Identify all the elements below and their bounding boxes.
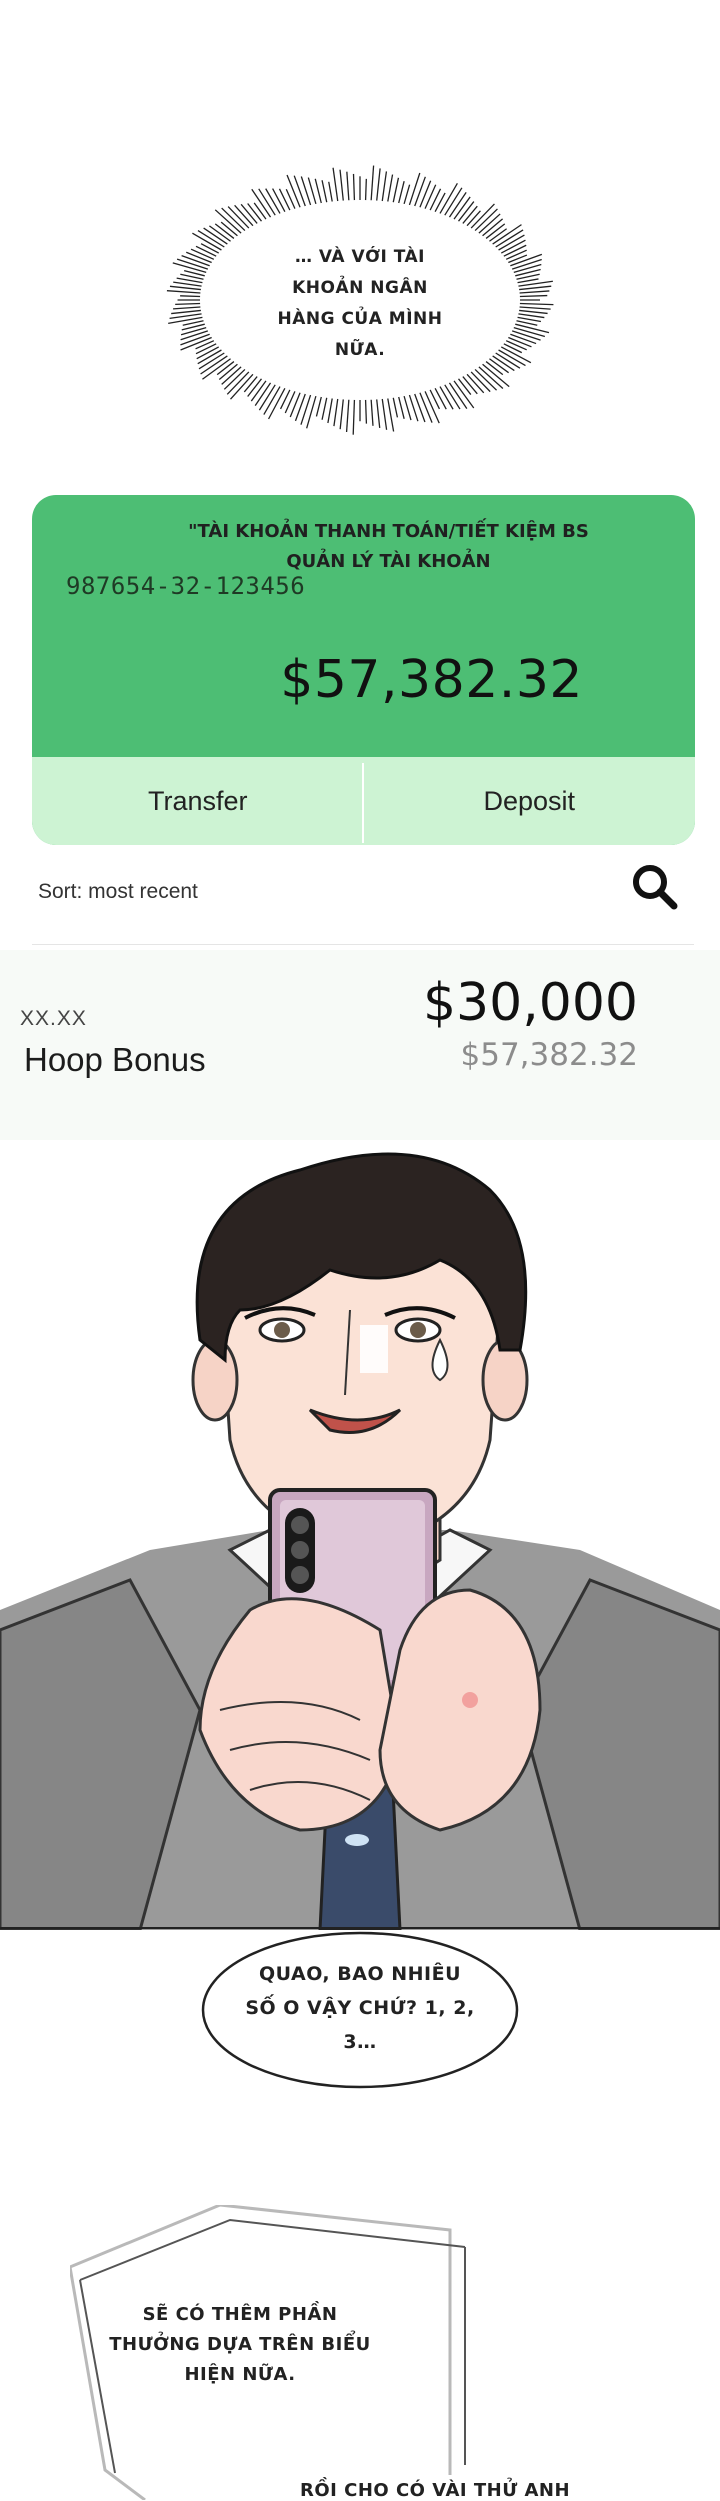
- account-balance: $57,382.32: [280, 650, 583, 710]
- transaction-title: Hoop Bonus: [24, 1041, 206, 1078]
- thought-line: HÀNG CỦA MÌNH: [277, 309, 443, 329]
- account-card-header: "TÀI KHOẢN THANH TOÁN/TIẾT KIỆM BS QUẢN …: [32, 517, 695, 577]
- thought-line: … VÀ VỚI TÀI: [294, 247, 425, 267]
- thought-line: NỮA.: [334, 340, 386, 360]
- actions-divider: [362, 763, 364, 843]
- narration-line: SẼ CÓ THÊM PHẦN: [142, 2304, 338, 2325]
- sort-dropdown[interactable]: Sort: most recent: [38, 880, 198, 904]
- speech-line: SỐ O VẬY CHỨ? 1, 2,: [245, 1997, 475, 2019]
- transaction-amount: $30,000: [422, 973, 638, 1033]
- transaction-date: XX.XX: [20, 1007, 87, 1030]
- speech-bubble-text: QUAO, BAO NHIÊU SỐ O VẬY CHỨ? 1, 2, 3…: [215, 1957, 505, 2059]
- account-type-label: "TÀI KHOẢN THANH TOÁN/TIẾT KIỆM BS: [188, 521, 589, 542]
- transfer-button[interactable]: Transfer: [32, 757, 364, 845]
- deposit-button[interactable]: Deposit: [364, 757, 696, 845]
- narration-line: HIỆN NỮA.: [184, 2364, 296, 2385]
- speech-line: QUAO, BAO NHIÊU: [259, 1963, 461, 1985]
- search-icon[interactable]: [630, 862, 680, 912]
- character-illustration: [0, 1152, 720, 1930]
- speech-line: 3…: [343, 2031, 377, 2053]
- narration-text: SẼ CÓ THÊM PHẦN THƯỞNG DỰA TRÊN BIỂU HIỆ…: [105, 2300, 375, 2390]
- thought-bubble-text: … VÀ VỚI TÀI KHOẢN NGÂN HÀNG CỦA MÌNH NỮ…: [245, 242, 475, 366]
- narration-line: THƯỞNG DỰA TRÊN BIỂU: [109, 2334, 371, 2355]
- thought-line: KHOẢN NGÂN: [292, 278, 428, 298]
- account-card: "TÀI KHOẢN THANH TOÁN/TIẾT KIỆM BS QUẢN …: [32, 495, 695, 845]
- account-number: 987654-32-123456: [66, 572, 306, 600]
- narration-cut-text: RỒI CHO CÓ VÀI THỬ ANH: [300, 2480, 571, 2501]
- transaction-running-balance: $57,382.32: [460, 1037, 639, 1073]
- divider: [32, 944, 694, 945]
